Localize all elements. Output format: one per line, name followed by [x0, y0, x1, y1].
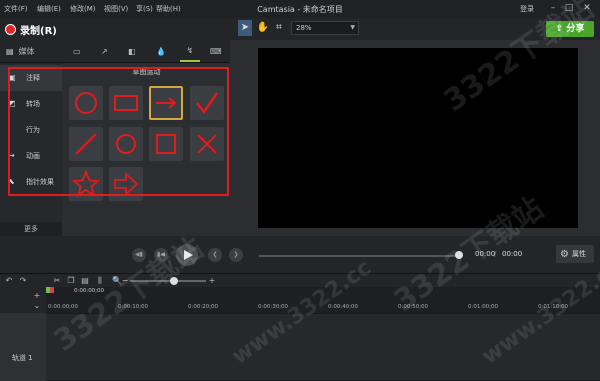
cursor-icon: ↯ — [186, 45, 194, 55]
cut-icon[interactable]: ✂ — [52, 276, 62, 286]
canvas-area — [232, 40, 600, 236]
ruler-header: + ⌄ — [0, 287, 46, 313]
ruler-tick: 0:01:00;00 — [468, 304, 499, 310]
track-label: 轨道 1 — [12, 354, 33, 362]
gear-icon: ⚙ — [560, 248, 569, 260]
tab-animations[interactable]: ↯ — [180, 40, 200, 62]
playhead-marker[interactable] — [50, 287, 54, 293]
chevron-down-icon: ▼ — [350, 24, 355, 31]
record-button[interactable]: 录制(R) — [5, 21, 57, 37]
keyboard-icon: ⌨ — [210, 46, 222, 56]
paste-icon[interactable]: ▤ — [80, 276, 90, 286]
arrow-icon: ↗ — [101, 46, 108, 56]
tab-keyboard[interactable]: ⌨ — [210, 40, 224, 62]
zoom-value: 28% — [296, 24, 312, 32]
highlight-frame — [8, 67, 229, 196]
track-header[interactable]: 轨道 1 — [0, 313, 46, 381]
pointer-tool-icon[interactable]: ➤ — [238, 21, 252, 35]
add-track-icon[interactable]: + — [32, 291, 42, 301]
film-icon: ▤ — [6, 46, 14, 56]
ruler-tick: 0:00:20;00 — [188, 304, 219, 310]
next-icon[interactable]: ❯ — [229, 248, 243, 262]
library-icon: ▭ — [73, 46, 81, 56]
signin-link[interactable]: 登录 — [520, 4, 534, 14]
redo-icon[interactable]: ↷ — [18, 276, 28, 286]
chevron-down-icon[interactable]: ⌄ — [32, 301, 42, 311]
app-title: Camtasia - 未命名项目 — [257, 5, 343, 14]
record-icon — [5, 23, 16, 35]
record-label: 录制(R) — [20, 25, 57, 37]
copy-icon[interactable]: ❐ — [66, 276, 76, 286]
more-button[interactable]: 更多 — [0, 222, 62, 236]
crop-tool-icon[interactable]: ⌗ — [272, 21, 286, 35]
properties-label: 属性 — [571, 250, 586, 258]
undo-icon[interactable]: ↶ — [4, 276, 14, 286]
menu-bar: 文件(F) 编辑(E) 修改(M) 视图(V) 享(S) 帮助(H) Camta… — [0, 0, 600, 18]
zoom-in-icon[interactable]: + — [207, 276, 217, 286]
drop-icon: 💧 — [156, 46, 166, 56]
properties-button[interactable]: ⚙ 属性 — [556, 245, 594, 263]
timeline-toolbar: ↶ ↷ ✂ ❐ ▤ ⫼ 🔍 − + — [0, 273, 600, 288]
tab-media[interactable]: ▤ 媒体 — [6, 40, 56, 62]
pan-tool-icon[interactable]: ✋ — [256, 21, 270, 35]
tab-behaviors[interactable]: 💧 — [156, 40, 170, 62]
tab-library[interactable]: ▭ — [73, 40, 87, 62]
tab-transitions[interactable]: ◧ — [128, 40, 142, 62]
zoom-select[interactable]: 28% ▼ — [291, 21, 359, 35]
tab-annotations[interactable]: ↗ — [101, 40, 115, 62]
tool-tabs: ▤ 媒体 ▭ ↗ ◧ 💧 ↯ ⌨ — [0, 40, 230, 63]
transition-icon: ◧ — [128, 46, 136, 56]
tab-media-label: 媒体 — [18, 46, 35, 56]
